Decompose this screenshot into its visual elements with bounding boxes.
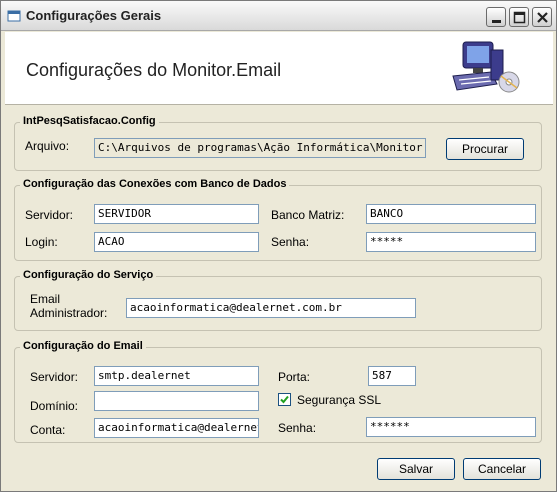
admin-email-label-line2: Administrador: <box>30 306 108 320</box>
file-path-field[interactable]: C:\Arquivos de programas\Ação Informátic… <box>94 138 426 158</box>
config-file-legend: IntPesqSatisfacao.Config <box>20 115 159 127</box>
email-legend: Configuração do Email <box>20 340 146 352</box>
save-button[interactable]: Salvar <box>377 458 455 480</box>
main-database-field[interactable]: BANCO <box>366 204 536 224</box>
email-password-label: Senha: <box>278 421 317 435</box>
file-label: Arquivo: <box>25 139 70 153</box>
page-title: Configurações do Monitor.Email <box>26 60 282 80</box>
service-group: Configuração do Serviço Email Administra… <box>14 269 542 331</box>
ssl-label[interactable]: Segurança SSL <box>297 393 381 407</box>
window-title: Configurações Gerais <box>26 8 162 23</box>
login-label: Login: <box>25 235 58 249</box>
minimize-button[interactable] <box>486 7 506 27</box>
domain-field[interactable] <box>94 391 259 411</box>
account-field[interactable]: acaoinformatica@dealernet.c <box>94 418 259 438</box>
smtp-server-label: Servidor: <box>30 370 79 384</box>
settings-window: Configurações Gerais Configurações do Mo… <box>0 0 557 492</box>
header-panel: Configurações do Monitor.Email <box>5 32 553 105</box>
main-database-label: Banco Matriz: <box>271 208 345 222</box>
server-label: Servidor: <box>25 208 74 222</box>
db-password-label: Senha: <box>271 235 310 249</box>
database-legend: Configuração das Conexões com Banco de D… <box>20 178 290 190</box>
close-icon <box>537 12 548 23</box>
app-window-icon <box>7 10 21 22</box>
config-file-group: IntPesqSatisfacao.Config Arquivo: C:\Arq… <box>14 115 542 171</box>
email-group: Configuração do Email Servidor: smtp.dea… <box>14 340 542 443</box>
email-password-field[interactable]: ****** <box>366 417 536 437</box>
admin-email-label-line1: Email <box>30 292 61 306</box>
service-legend: Configuração do Serviço <box>20 269 157 281</box>
database-group: Configuração das Conexões com Banco de D… <box>14 178 542 261</box>
login-field[interactable]: ACAO <box>94 232 259 252</box>
ssl-checkbox[interactable] <box>278 393 291 406</box>
close-button[interactable] <box>532 7 552 27</box>
computer-icon <box>452 41 520 93</box>
minimize-icon <box>492 20 501 23</box>
db-password-field[interactable]: ***** <box>366 232 536 252</box>
cancel-button[interactable]: Cancelar <box>463 458 541 480</box>
checkmark-icon <box>280 395 289 404</box>
admin-email-label: Email Administrador: <box>30 292 107 320</box>
maximize-icon <box>513 11 526 24</box>
smtp-server-field[interactable]: smtp.dealernet <box>94 366 259 386</box>
port-label: Porta: <box>278 370 311 384</box>
server-field[interactable]: SERVIDOR <box>94 204 259 224</box>
admin-email-field[interactable]: acaoinformatica@dealernet.com.br <box>126 298 416 318</box>
account-label: Conta: <box>30 423 66 437</box>
domain-label: Domínio: <box>30 399 79 413</box>
port-field[interactable]: 587 <box>368 366 416 386</box>
title-bar[interactable]: Configurações Gerais <box>1 1 556 31</box>
browse-button[interactable]: Procurar <box>446 138 524 160</box>
maximize-button[interactable] <box>509 7 529 27</box>
